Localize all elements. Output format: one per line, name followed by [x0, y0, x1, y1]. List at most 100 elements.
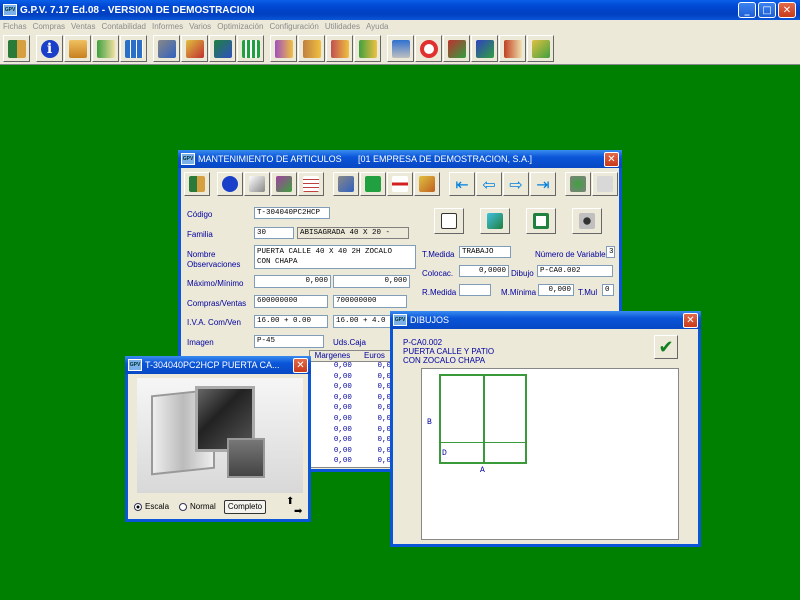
menu-contabilidad[interactable]: Contabilidad — [98, 22, 148, 31]
menu-configuracion[interactable]: Configuración — [266, 22, 321, 31]
euros-cell: 0,0 — [377, 393, 391, 402]
suppliers-button[interactable] — [92, 35, 119, 62]
completo-button[interactable]: Completo — [224, 500, 266, 514]
maximize-button[interactable]: □ — [758, 2, 776, 18]
colocac-field[interactable]: 0,0000 — [459, 265, 509, 277]
menu-bar: Fichas Compras Ventas Contabilidad Infor… — [0, 20, 800, 33]
art-print-button[interactable] — [333, 172, 359, 196]
t-mul-field[interactable]: 0 — [602, 284, 614, 296]
close-button[interactable]: ✕ — [778, 2, 796, 18]
codigo-label: Código — [187, 210, 213, 219]
menu-informes[interactable]: Informes — [149, 22, 186, 31]
art-delete-button[interactable] — [387, 172, 413, 196]
r-medida-field[interactable] — [459, 284, 491, 296]
resize-arrows-icon[interactable]: ⬆ ➡ — [274, 496, 306, 518]
art-edit-button[interactable] — [414, 172, 440, 196]
table-row[interactable]: 0,00 0,0 — [310, 383, 394, 394]
delete-icon — [392, 176, 408, 192]
next-record-button[interactable]: ⇨ — [503, 172, 529, 196]
monitor-button[interactable] — [387, 35, 414, 62]
edit-drawing-button[interactable] — [480, 208, 510, 234]
euros-cell: 0,0 — [377, 446, 391, 455]
table-row[interactable]: 0,00 0,0 — [310, 457, 394, 468]
table-row[interactable]: 0,00 0,0 — [310, 362, 394, 373]
iva-com-field[interactable]: 16.00 + 0.00 — [254, 315, 328, 328]
art-exit-button[interactable] — [184, 172, 210, 196]
first-record-button[interactable]: ⇤ — [449, 172, 475, 196]
menu-compras[interactable]: Compras — [30, 22, 68, 31]
art-add-button[interactable] — [360, 172, 386, 196]
map1-button[interactable] — [443, 35, 470, 62]
m-minima-label: M.Mínima — [501, 288, 537, 297]
chart-button[interactable] — [237, 35, 264, 62]
checkmark-icon: ✔ — [658, 336, 674, 358]
tools-button[interactable] — [153, 35, 180, 62]
articles-close-button[interactable]: ✕ — [604, 151, 619, 167]
dibujos-close-button[interactable]: ✕ — [683, 312, 698, 328]
art-sheet-button[interactable] — [298, 172, 324, 196]
check-button[interactable] — [527, 35, 554, 62]
table-row[interactable]: 0,00 0,0 — [310, 426, 394, 437]
grid-button[interactable] — [120, 35, 147, 62]
last-record-button[interactable]: ⇥ — [530, 172, 556, 196]
t-medida-field[interactable]: TRABAJO — [459, 246, 511, 258]
m-minima-field[interactable]: 0,000 — [538, 284, 574, 296]
nombre-field[interactable]: PUERTA CALLE 40 X 40 2H ZOCALO CON CHAPA — [254, 245, 416, 269]
familia-code-field[interactable]: 30 — [254, 227, 294, 239]
prev-record-button[interactable]: ⇦ — [476, 172, 502, 196]
menu-ayuda[interactable]: Ayuda — [363, 22, 392, 31]
menu-fichas[interactable]: Fichas — [0, 22, 30, 31]
photo-window-icon: GPV — [128, 359, 142, 371]
frame-button[interactable] — [526, 208, 556, 234]
doc4-button[interactable] — [354, 35, 381, 62]
radio-normal[interactable]: Normal — [179, 502, 216, 511]
iva-ven-field[interactable]: 16.00 + 4.0 — [333, 315, 395, 328]
table-row[interactable]: 0,00 0,0 — [310, 415, 394, 426]
menu-varios[interactable]: Varios — [186, 22, 214, 31]
camera-button[interactable] — [572, 208, 602, 234]
doc1-button[interactable] — [270, 35, 297, 62]
imagen-field[interactable]: P-45 — [254, 335, 324, 348]
doc2-button[interactable] — [298, 35, 325, 62]
compras-field[interactable]: 600000000 — [254, 295, 328, 308]
doc3-button[interactable] — [326, 35, 353, 62]
map2-button[interactable] — [471, 35, 498, 62]
lifebuoy-button[interactable] — [415, 35, 442, 62]
table-row[interactable]: 0,00 0,0 — [310, 373, 394, 384]
num-vars-field[interactable]: 3 — [606, 246, 615, 258]
radio-normal-label: Normal — [190, 502, 216, 511]
table-row[interactable]: 0,00 0,0 — [310, 436, 394, 447]
menu-utilidades[interactable]: Utilidades — [322, 22, 363, 31]
users-icon — [213, 39, 232, 58]
accept-button[interactable]: ✔ — [654, 335, 678, 359]
photo-close-button[interactable]: ✕ — [293, 357, 308, 373]
ventas-field[interactable]: 700000000 — [333, 295, 407, 308]
maximo-field[interactable]: 0,000 — [254, 275, 331, 288]
info-button[interactable]: i — [36, 35, 63, 62]
menu-optimizacion[interactable]: Optimización — [214, 22, 266, 31]
codigo-field[interactable]: T-304040PC2HCP — [254, 207, 330, 219]
art-info-button[interactable] — [217, 172, 243, 196]
observaciones-label: Observaciones — [187, 260, 241, 269]
minimo-field[interactable]: 0,000 — [333, 275, 410, 288]
nombre-label: Nombre — [187, 250, 216, 259]
book-button[interactable] — [499, 35, 526, 62]
table-row[interactable]: 0,00 0,0 — [310, 394, 394, 405]
paint-button[interactable] — [181, 35, 208, 62]
users-button[interactable] — [209, 35, 236, 62]
art-list-button[interactable] — [244, 172, 270, 196]
open-drawing-button[interactable] — [434, 208, 464, 234]
menu-ventas[interactable]: Ventas — [68, 22, 98, 31]
radio-escala-label: Escala — [145, 502, 170, 511]
table-row[interactable]: 0,00 0,0 — [310, 447, 394, 458]
articles-titlebar: GPV MANTENIMIENTO DE ARTICULOS [01 EMPRE… — [178, 150, 622, 168]
art-find-button[interactable] — [271, 172, 297, 196]
radio-escala[interactable]: Escala — [134, 502, 169, 511]
minimize-button[interactable]: _ — [738, 2, 756, 18]
clients-button[interactable] — [64, 35, 91, 62]
table-row[interactable]: 0,00 0,0 — [310, 404, 394, 415]
art-disabled-button[interactable] — [592, 172, 618, 196]
art-gear-button[interactable] — [565, 172, 591, 196]
dibujo-field[interactable]: P-CA0.002 — [537, 265, 613, 277]
exit-button[interactable] — [3, 35, 30, 62]
